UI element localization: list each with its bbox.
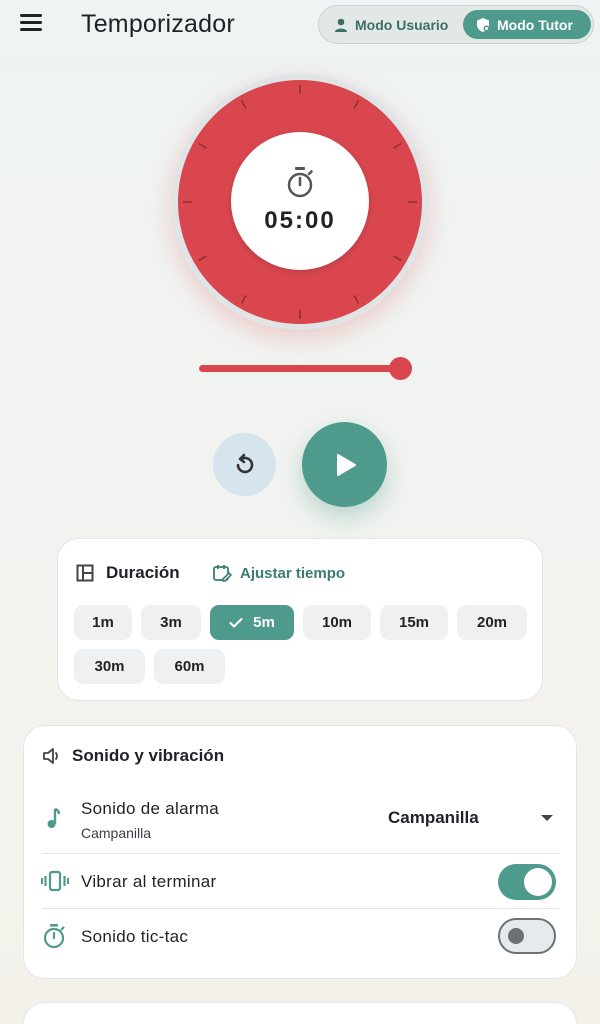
- slider-thumb[interactable]: [389, 357, 412, 380]
- dial-tick: [198, 142, 207, 149]
- stopwatch-icon: [287, 167, 313, 198]
- play-button[interactable]: [302, 422, 387, 507]
- next-card: [23, 1002, 577, 1024]
- dial-tick: [198, 255, 207, 262]
- chip-3m[interactable]: 3m: [141, 605, 201, 640]
- play-icon: [336, 453, 356, 476]
- chip-30m[interactable]: 30m: [74, 649, 145, 684]
- toggle-knob: [508, 928, 524, 944]
- vibration-icon: [41, 870, 69, 892]
- chip-15m[interactable]: 15m: [380, 605, 448, 640]
- duration-slider[interactable]: [199, 365, 405, 372]
- chip-1m[interactable]: 1m: [74, 605, 132, 640]
- chip-label: 1m: [92, 614, 114, 631]
- dial-tick: [393, 142, 402, 149]
- chip-label: 3m: [160, 614, 182, 631]
- reset-button[interactable]: [213, 433, 276, 496]
- alarm-sound-subtitle: Campanilla: [81, 825, 152, 841]
- music-note-icon: [47, 807, 61, 828]
- chip-label: 60m: [174, 658, 205, 675]
- duration-card: Duración Ajustar tiempo 1m 3m 5m 10m 15m…: [57, 538, 543, 701]
- adjust-time-button[interactable]: Ajustar tiempo: [212, 563, 345, 583]
- divider: [42, 908, 560, 909]
- chip-label: 10m: [321, 614, 353, 631]
- mode-user-button[interactable]: Modo Usuario: [333, 10, 448, 39]
- dial-tick: [353, 100, 360, 109]
- chip-label: 5m: [253, 614, 275, 631]
- speaker-icon: [43, 748, 58, 764]
- stopwatch-icon: [43, 924, 65, 949]
- chip-label: 20m: [476, 614, 508, 631]
- grid-icon: [76, 564, 94, 582]
- tictac-toggle[interactable]: [498, 918, 556, 954]
- chevron-down-icon[interactable]: [541, 815, 553, 821]
- sound-title: Sonido y vibración: [72, 746, 225, 765]
- dial-tick: [240, 295, 247, 304]
- dial-tick: [393, 255, 402, 262]
- timer-dial[interactable]: [172, 74, 428, 330]
- chip-60m[interactable]: 60m: [154, 649, 225, 684]
- chip-label: 30m: [94, 658, 125, 675]
- shield-person-icon: [477, 17, 490, 32]
- adjust-time-label: Ajustar tiempo: [240, 564, 346, 582]
- vibrate-toggle[interactable]: [498, 864, 556, 900]
- mode-tutor-label: Modo Tutor: [497, 16, 573, 33]
- dial-tick: [353, 295, 360, 304]
- chip-5m[interactable]: 5m: [210, 605, 294, 640]
- chip-label: 15m: [398, 614, 430, 631]
- divider: [42, 853, 560, 854]
- alarm-sound-select[interactable]: Campanilla: [388, 808, 479, 828]
- menu-icon[interactable]: [20, 14, 44, 34]
- app-bar: Temporizador Modo Usuario Modo Tutor: [0, 0, 600, 50]
- person-icon: [335, 18, 347, 32]
- toggle-knob: [524, 868, 552, 896]
- reset-icon: [236, 453, 253, 473]
- vibrate-label: Vibrar al terminar: [81, 872, 217, 891]
- mode-toggle: Modo Usuario Modo Tutor: [318, 5, 594, 44]
- chip-20m[interactable]: 20m: [457, 605, 527, 640]
- sound-header: Sonido y vibración: [42, 746, 224, 766]
- duration-header: Duración: [76, 563, 180, 583]
- tictac-label: Sonido tic-tac: [81, 927, 189, 946]
- chip-10m[interactable]: 10m: [303, 605, 371, 640]
- mode-user-label: Modo Usuario: [355, 16, 449, 33]
- mode-tutor-button[interactable]: Modo Tutor: [463, 10, 591, 39]
- duration-title: Duración: [106, 563, 180, 582]
- sound-card: Sonido y vibración Sonido de alarma Camp…: [23, 725, 577, 979]
- alarm-sound-label: Sonido de alarma: [81, 799, 220, 818]
- calendar-edit-icon: [213, 565, 232, 582]
- time-display: 05:00: [264, 207, 336, 234]
- check-icon: [229, 617, 243, 627]
- dial-tick: [240, 100, 247, 109]
- page-title: Temporizador: [81, 10, 235, 38]
